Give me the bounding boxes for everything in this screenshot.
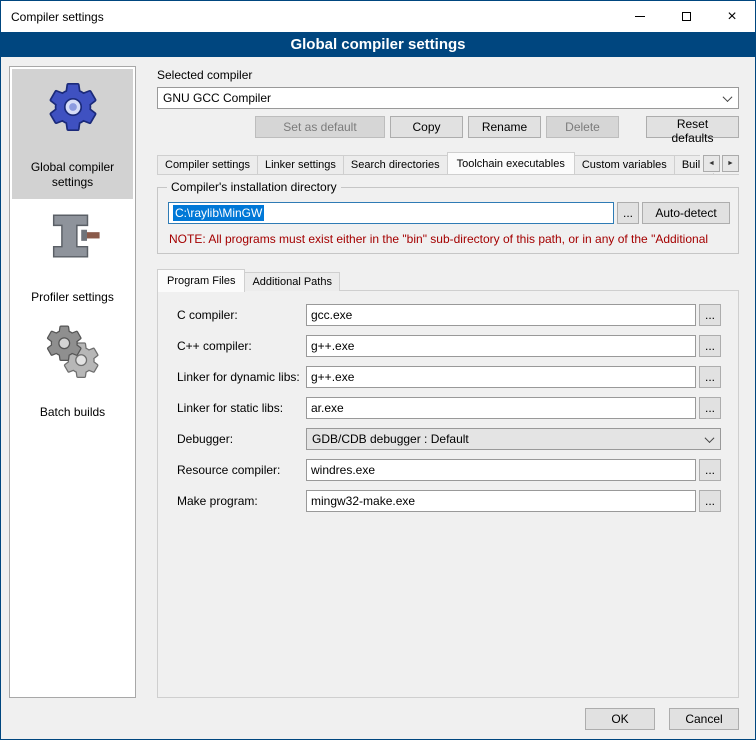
tab-scroll-left-button[interactable]: ◄: [703, 155, 720, 172]
selected-compiler-label: Selected compiler: [157, 68, 739, 82]
tab-linker-settings[interactable]: Linker settings: [257, 155, 344, 174]
dialog-footer: OK Cancel: [1, 708, 755, 739]
c-compiler-input[interactable]: [306, 304, 696, 326]
ok-button[interactable]: OK: [585, 708, 655, 730]
resource-compiler-row: Resource compiler: ...: [177, 459, 721, 481]
sidebar-item-label: Batch builds: [40, 405, 105, 420]
sidebar-item-profiler-settings[interactable]: Profiler settings: [12, 199, 133, 314]
tab-search-directories[interactable]: Search directories: [343, 155, 448, 174]
resource-compiler-input[interactable]: [306, 459, 696, 481]
blue-gear-icon: [44, 78, 102, 136]
selected-compiler-dropdown[interactable]: GNU GCC Compiler: [157, 87, 739, 109]
installation-directory-row: C:\raylib\MinGW ... Auto-detect: [168, 202, 730, 224]
cpp-compiler-input[interactable]: [306, 335, 696, 357]
static-linker-input[interactable]: [306, 397, 696, 419]
chevron-down-icon: [700, 429, 718, 449]
dialog-body: Global compiler settings Profiler settin…: [1, 57, 755, 708]
compiler-actions: Set as default Copy Rename Delete Reset …: [157, 116, 739, 138]
chevron-down-icon: [718, 88, 736, 108]
rename-button[interactable]: Rename: [468, 116, 541, 138]
c-compiler-label: C compiler:: [177, 308, 306, 322]
debugger-label: Debugger:: [177, 432, 306, 446]
cpp-compiler-row: C++ compiler: ...: [177, 335, 721, 357]
tab-program-files[interactable]: Program Files: [157, 269, 245, 292]
program-files-pane: C compiler: ... C++ compiler: ... Linker…: [157, 290, 739, 698]
maximize-button[interactable]: [663, 1, 709, 32]
cpp-compiler-browse-button[interactable]: ...: [699, 335, 721, 357]
make-program-label: Make program:: [177, 494, 306, 508]
c-compiler-browse-button[interactable]: ...: [699, 304, 721, 326]
clamp-tool-icon: [44, 208, 102, 266]
settings-panel: Selected compiler GNU GCC Compiler Set a…: [146, 66, 747, 698]
debugger-dropdown[interactable]: GDB/CDB debugger : Default: [306, 428, 721, 450]
sidebar-item-label: Profiler settings: [31, 290, 114, 305]
dynamic-linker-browse-button[interactable]: ...: [699, 366, 721, 388]
sidebar-item-global-compiler-settings[interactable]: Global compiler settings: [12, 69, 133, 199]
selected-compiler-value: GNU GCC Compiler: [163, 91, 271, 105]
compiler-settings-tabs: Compiler settings Linker settings Search…: [157, 152, 739, 175]
static-linker-label: Linker for static libs:: [177, 401, 306, 415]
maximize-icon: [682, 12, 691, 21]
tab-scroll-buttons: ◄ ►: [700, 154, 739, 173]
installation-dir-selected-text: C:\raylib\MinGW: [173, 205, 264, 221]
program-files-tabs: Program Files Additional Paths: [157, 268, 739, 291]
dynamic-linker-row: Linker for dynamic libs: ...: [177, 366, 721, 388]
make-program-row: Make program: ...: [177, 490, 721, 512]
debugger-value: GDB/CDB debugger : Default: [312, 432, 469, 446]
minimize-button[interactable]: [617, 1, 663, 32]
tab-custom-variables[interactable]: Custom variables: [574, 155, 675, 174]
close-button[interactable]: ×: [709, 1, 755, 32]
tab-scroll-right-button[interactable]: ►: [722, 155, 739, 172]
delete-button: Delete: [546, 116, 619, 138]
tab-additional-paths[interactable]: Additional Paths: [244, 272, 340, 291]
resource-compiler-browse-button[interactable]: ...: [699, 459, 721, 481]
static-linker-browse-button[interactable]: ...: [699, 397, 721, 419]
auto-detect-button[interactable]: Auto-detect: [642, 202, 730, 224]
resource-compiler-label: Resource compiler:: [177, 463, 306, 477]
close-icon: ×: [727, 9, 736, 25]
dynamic-linker-input[interactable]: [306, 366, 696, 388]
installation-dir-input[interactable]: C:\raylib\MinGW: [168, 202, 614, 224]
set-as-default-button: Set as default: [255, 116, 385, 138]
installation-directory-group-label: Compiler's installation directory: [167, 180, 341, 194]
bin-subdirectory-note: NOTE: All programs must exist either in …: [169, 232, 730, 246]
make-program-input[interactable]: [306, 490, 696, 512]
titlebar: Compiler settings ×: [1, 1, 755, 32]
compiler-settings-window: Compiler settings × Global compiler sett…: [0, 0, 756, 740]
debugger-row: Debugger: GDB/CDB debugger : Default: [177, 428, 721, 450]
cpp-compiler-label: C++ compiler:: [177, 339, 306, 353]
static-linker-row: Linker for static libs: ...: [177, 397, 721, 419]
cancel-button[interactable]: Cancel: [669, 708, 739, 730]
sidebar-item-batch-builds[interactable]: Batch builds: [12, 314, 133, 429]
make-program-browse-button[interactable]: ...: [699, 490, 721, 512]
dynamic-linker-label: Linker for dynamic libs:: [177, 370, 306, 384]
c-compiler-row: C compiler: ...: [177, 304, 721, 326]
tab-toolchain-executables[interactable]: Toolchain executables: [447, 152, 575, 175]
window-title: Compiler settings: [1, 10, 104, 24]
dialog-header-title: Global compiler settings: [1, 32, 755, 57]
installation-directory-group: Compiler's installation directory C:\ray…: [157, 187, 739, 254]
copy-button[interactable]: Copy: [390, 116, 463, 138]
settings-category-list: Global compiler settings Profiler settin…: [9, 66, 136, 698]
tab-compiler-settings[interactable]: Compiler settings: [157, 155, 258, 174]
browse-dir-button[interactable]: ...: [617, 202, 639, 224]
minimize-icon: [635, 16, 645, 17]
reset-defaults-button[interactable]: Reset defaults: [646, 116, 739, 138]
window-controls: ×: [617, 1, 755, 32]
sidebar-item-label: Global compiler settings: [14, 160, 131, 190]
gray-gears-icon: [44, 323, 102, 381]
